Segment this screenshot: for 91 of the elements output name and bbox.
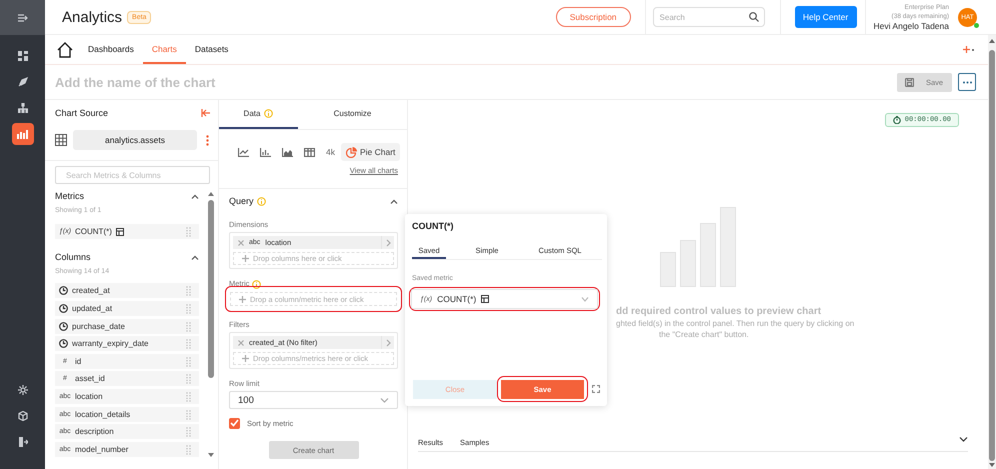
page-scrollbar[interactable]: [988, 35, 996, 469]
table-icon: [481, 295, 490, 303]
sitemap-icon: [18, 103, 28, 113]
drag-handle-icon: [186, 427, 191, 436]
chevron-down-icon: [380, 398, 389, 402]
collapse-button[interactable]: [191, 254, 199, 260]
collapse-menu-icon: [18, 14, 28, 22]
drag-handle-icon: [186, 339, 191, 348]
chevron-right-icon: [386, 338, 390, 346]
clock-icon: [59, 339, 68, 348]
area-chart-icon: [282, 148, 293, 156]
checkbox[interactable]: [229, 418, 240, 428]
plus-icon: [239, 296, 246, 302]
check-icon: [230, 419, 239, 427]
search-icon: [748, 12, 759, 22]
app-title: Analytics: [62, 8, 122, 26]
drag-handle-icon: [186, 227, 191, 236]
user-name: Hevi Angelo Tadena: [874, 20, 949, 32]
collapse-button[interactable]: [390, 198, 398, 204]
list-item[interactable]: updated_at: [55, 300, 199, 316]
section-title: Query: [229, 196, 254, 206]
row-limit-select[interactable]: 100: [229, 391, 398, 409]
grid-icon: [55, 134, 67, 146]
clock-icon: [59, 286, 68, 296]
more-icon: [962, 80, 972, 84]
nav-tab[interactable]: Datasets: [186, 35, 238, 64]
chart-type-button[interactable]: 4k: [321, 143, 340, 161]
empty-state-text: ghted field(s) in the control panel. Then run the query by clicking on: [616, 318, 856, 329]
clock-icon: [59, 322, 68, 331]
table-icon: [116, 228, 124, 236]
line-chart-icon: [238, 148, 249, 156]
chevron-down-icon: [959, 436, 968, 442]
scrollbar[interactable]: [206, 190, 216, 457]
plus-icon: [963, 46, 970, 53]
popover-title: COUNT(*): [412, 221, 454, 233]
drag-handle-icon: [186, 304, 191, 313]
table-icon: [304, 148, 315, 156]
empty-state-text: the "Create chart" button.: [658, 329, 750, 340]
plus-icon: [242, 255, 249, 262]
collapse-button[interactable]: [191, 194, 199, 198]
search-field[interactable]: Search Metrics & Columns: [55, 166, 210, 184]
more-button[interactable]: [958, 73, 976, 91]
list-item[interactable]: warranty_expiry_date: [55, 336, 199, 352]
list-item[interactable]: created_at: [55, 283, 199, 298]
bar-chart-icon: [260, 148, 271, 156]
drag-handle-icon: [186, 374, 191, 384]
drag-handle-icon: [186, 286, 191, 296]
pie-chart-icon: [346, 146, 357, 158]
dataset-menu-button[interactable]: [206, 134, 209, 146]
info-icon: [264, 109, 274, 118]
collapse-panel-button[interactable]: [201, 109, 210, 117]
expand-icon: [592, 385, 600, 393]
chevron-right-icon: [386, 238, 390, 246]
info-icon: [256, 196, 266, 206]
drag-handle-icon: [186, 356, 191, 366]
drag-handle-icon: [186, 392, 191, 401]
logout-icon: [18, 437, 28, 447]
info-icon: [252, 280, 262, 288]
plus-icon: [242, 355, 249, 362]
home-icon: [57, 42, 73, 58]
section-title: Columns: [55, 252, 91, 262]
remove-icon: [238, 240, 244, 246]
dataset-button[interactable]: analytics.assets: [73, 130, 197, 150]
drag-handle-icon: [186, 322, 191, 331]
panel-title: Chart Source: [55, 108, 108, 118]
bar-chart-icon: [16, 129, 28, 139]
sidebar-button[interactable]: [12, 123, 34, 145]
cube-icon: [18, 411, 28, 421]
help-center-button[interactable]: Help Center: [794, 6, 857, 28]
collapse-panel-icon: [201, 109, 210, 117]
caret-up-icon: [390, 198, 398, 204]
stopwatch-icon: [892, 116, 901, 124]
chevron-down-icon: [581, 296, 589, 302]
panel-tab[interactable]: Customize: [298, 100, 407, 129]
settings-icon: [18, 385, 28, 395]
caret-up-icon: [191, 254, 199, 260]
clock-icon: [59, 304, 68, 313]
nav-tab[interactable]: Dashboards: [79, 35, 143, 64]
empty-state-heading: dd required control values to preview chart: [616, 306, 822, 318]
chart-type-button[interactable]: Pie Chart: [340, 143, 400, 161]
search-field[interactable]: Search: [652, 7, 765, 27]
list-item[interactable]: purchase_date: [55, 318, 199, 334]
drag-handle-icon: [186, 410, 191, 419]
dashboard-icon: [18, 51, 28, 61]
panel-tab[interactable]: Data: [219, 100, 298, 129]
vertical-dots-icon: [206, 134, 209, 146]
remove-icon: [238, 340, 244, 346]
section-title: Metrics: [55, 191, 84, 201]
drag-handle-icon: [186, 444, 191, 454]
rocket-icon: [18, 77, 28, 87]
caret-up-icon: [191, 194, 199, 198]
